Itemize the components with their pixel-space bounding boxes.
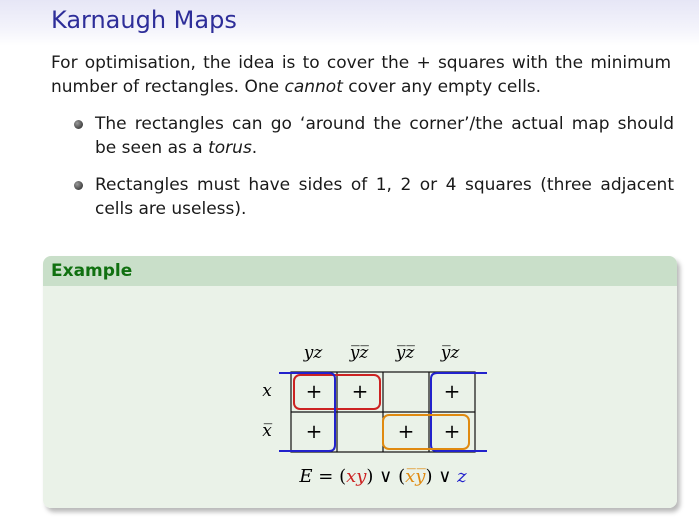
map-cell: + <box>352 379 369 403</box>
row-header: x <box>262 381 272 401</box>
equation-term-xy: xy <box>346 466 367 487</box>
karnaugh-map: yz y̅z̅ y̅z̅ y̅z x x̅ + + + + + + E = (x… <box>262 343 487 487</box>
col-header: y̅z <box>440 343 461 363</box>
bullet-emphasis: torus <box>208 138 252 158</box>
intro-paragraph: For optimisation, the idea is to cover t… <box>51 51 671 99</box>
equation-term-z: z <box>456 466 467 487</box>
map-cell: + <box>444 419 461 443</box>
example-header: Example <box>43 256 677 286</box>
equation: E = (xy) ∨ (x̅y̅) ∨ z <box>298 466 467 487</box>
page-title: Karnaugh Maps <box>51 6 237 34</box>
bullet-dot-icon <box>74 181 83 190</box>
intro-emphasis: cannot <box>284 77 343 97</box>
intro-text-1: For optimisation, the idea is to cover t… <box>51 53 417 73</box>
bullet-item: The rectangles can go ‘around the corner… <box>74 112 674 160</box>
row-header: x̅ <box>262 421 272 441</box>
col-header: y̅z̅ <box>349 343 370 363</box>
equation-lhs: E = <box>298 466 339 487</box>
plus-sign: + <box>416 53 431 73</box>
map-cell: + <box>306 379 323 403</box>
or-symbol: ∨ <box>438 466 451 487</box>
equation-term-not-x-not-y: x̅y̅ <box>405 466 426 487</box>
map-cell: + <box>444 379 461 403</box>
intro-text-3: cover any empty cells. <box>342 77 542 97</box>
bullet-text: Rectangles must have sides of 1, 2 or 4 … <box>95 175 674 219</box>
bullet-text: The rectangles can go ‘around the corner… <box>95 114 674 158</box>
map-cell: + <box>398 419 415 443</box>
col-header: y̅z̅ <box>395 343 416 363</box>
bullet-item: Rectangles must have sides of 1, 2 or 4 … <box>74 173 674 221</box>
or-symbol: ∨ <box>379 466 392 487</box>
bullet-dot-icon <box>74 120 83 129</box>
col-header: yz <box>303 343 324 363</box>
example-body: yz y̅z̅ y̅z̅ y̅z x x̅ + + + + + + E = (x… <box>43 286 677 508</box>
map-cell: + <box>306 419 323 443</box>
bullet-list: The rectangles can go ‘around the corner… <box>74 112 674 234</box>
example-block: Example yz y̅z̅ y̅z̅ y̅z x x̅ + + + + + … <box>43 256 677 508</box>
bullet-text-end: . <box>251 138 258 158</box>
